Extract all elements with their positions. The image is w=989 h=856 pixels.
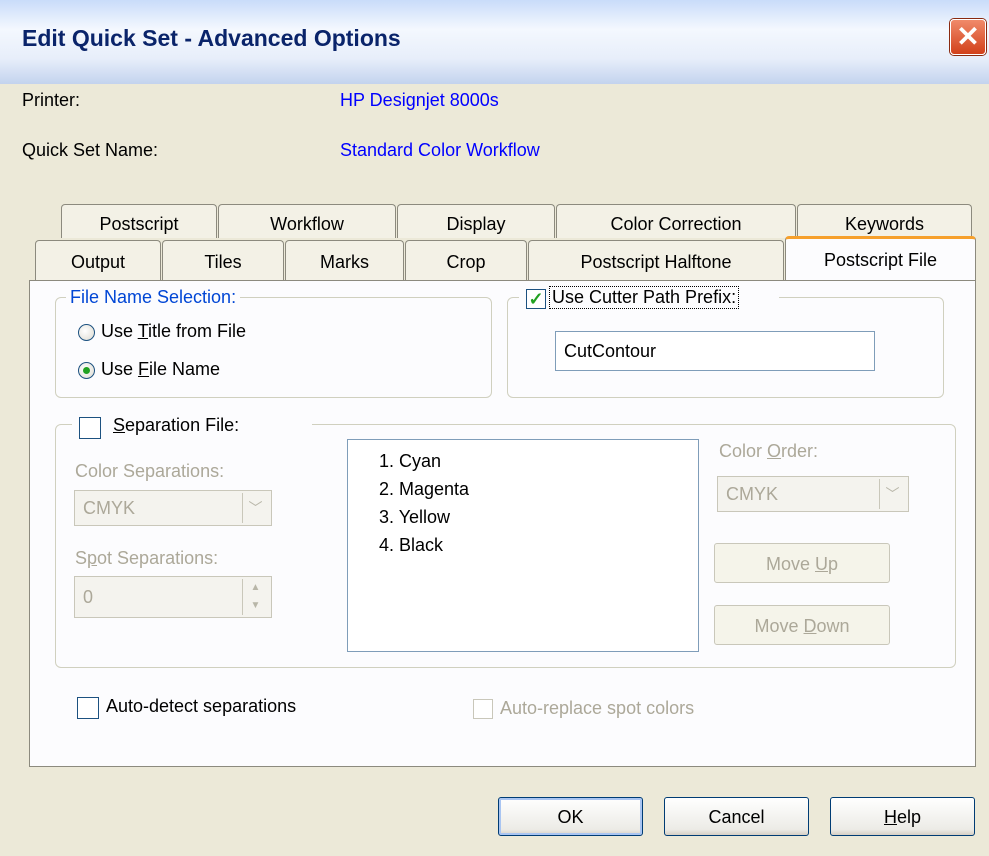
file-name-selection-group <box>55 297 492 398</box>
radio-selected-dot <box>83 367 90 374</box>
use-file-name-radio[interactable] <box>78 362 95 379</box>
help-button[interactable]: Help <box>830 797 975 836</box>
tab-workflow[interactable]: Workflow <box>218 204 396 238</box>
printer-label: Printer: <box>22 90 81 110</box>
list-item[interactable]: 4. Black <box>379 535 443 556</box>
window-title: Edit Quick Set - Advanced Options <box>22 25 401 51</box>
cutter-path-input[interactable]: CutContour <box>555 331 875 371</box>
tab-postscript[interactable]: Postscript <box>61 204 217 238</box>
move-down-button[interactable]: Move Down <box>714 605 890 645</box>
auto-replace-checkbox[interactable] <box>473 699 493 719</box>
list-item[interactable]: 3. Yellow <box>379 507 450 528</box>
auto-replace-label[interactable]: Auto-replace spot colors <box>500 698 694 719</box>
printer-value: HP Designjet 8000s <box>340 90 499 110</box>
list-item[interactable]: 1. Cyan <box>379 451 441 472</box>
color-separations-label: Color Separations: <box>75 461 225 481</box>
tab-postscript-file[interactable]: Postscript File <box>785 236 976 280</box>
spin-up-icon[interactable]: ▲ <box>242 579 268 597</box>
cancel-button[interactable]: Cancel <box>664 797 809 836</box>
separation-file-checkbox[interactable] <box>79 417 101 439</box>
tab-display[interactable]: Display <box>397 204 555 238</box>
quickset-name-label: Quick Set Name: <box>22 140 159 160</box>
color-separations-value: CMYK <box>83 498 136 518</box>
file-name-selection-title: File Name Selection: <box>66 287 241 308</box>
tab-tiles[interactable]: Tiles <box>162 240 284 280</box>
color-order-value: CMYK <box>726 484 779 504</box>
use-title-label[interactable]: Use Title from File <box>101 321 246 342</box>
spot-separations-label: Spot Separations: <box>75 548 219 568</box>
auto-detect-checkbox[interactable] <box>77 697 99 719</box>
spot-separations-value: 0 <box>83 587 94 607</box>
list-item[interactable]: 2. Magenta <box>379 479 469 500</box>
tab-crop[interactable]: Crop <box>405 240 527 280</box>
ok-button[interactable]: OK <box>498 797 643 836</box>
move-up-button[interactable]: Move Up <box>714 543 890 583</box>
tab-color-correction[interactable]: Color Correction <box>556 204 796 238</box>
use-file-name-label[interactable]: Use File Name <box>101 359 220 380</box>
quickset-name-value: Standard Color Workflow <box>340 140 540 160</box>
tab-output[interactable]: Output <box>35 240 161 280</box>
chevron-down-icon[interactable]: ﹀ <box>242 493 268 523</box>
tab-marks[interactable]: Marks <box>285 240 404 280</box>
cutter-path-checkbox[interactable]: ✓ <box>526 289 546 309</box>
separation-file-label[interactable]: Separation File: <box>113 415 239 436</box>
cutter-path-label[interactable]: Use Cutter Path Prefix: <box>548 286 740 309</box>
auto-detect-label[interactable]: Auto-detect separations <box>106 696 296 717</box>
tab-keywords[interactable]: Keywords <box>797 204 972 238</box>
use-title-radio[interactable] <box>78 324 95 341</box>
tab-postscript-halftone[interactable]: Postscript Halftone <box>528 240 784 280</box>
chevron-down-icon[interactable]: ﹀ <box>879 479 905 509</box>
color-order-label: Color Order: <box>719 441 819 461</box>
close-button[interactable]: ✕ <box>950 19 986 55</box>
spin-down-icon[interactable]: ▼ <box>242 597 268 615</box>
